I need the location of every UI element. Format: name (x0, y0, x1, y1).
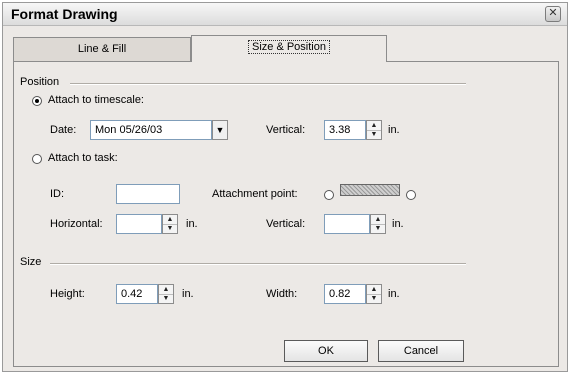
horizontal-input[interactable] (116, 214, 162, 234)
tab-strip: Line & Fill Size & Position (13, 35, 555, 62)
id-input[interactable] (116, 184, 180, 204)
height-unit: in. (182, 288, 194, 300)
tab-line-fill[interactable]: Line & Fill (13, 37, 191, 61)
vertical-task-unit: in. (392, 218, 404, 230)
attach-timescale-label: Attach to timescale: (48, 94, 144, 106)
attachment-point-label: Attachment point: (212, 188, 298, 200)
vertical-timescale-unit: in. (388, 124, 400, 136)
close-icon[interactable]: ✕ (545, 6, 561, 22)
vertical-timescale-input[interactable]: 3.38 (324, 120, 366, 140)
tab-size-position[interactable]: Size & Position (191, 35, 387, 62)
size-position-panel: Position Attach to timescale: Date: Mon … (13, 61, 559, 367)
spin-down-icon[interactable]: ▼ (163, 224, 177, 233)
attach-task-label: Attach to task: (48, 152, 118, 164)
chevron-down-icon[interactable]: ▼ (212, 120, 228, 140)
horizontal-label: Horizontal: (50, 218, 103, 230)
attach-task-radio[interactable] (32, 154, 42, 164)
width-spinner[interactable]: ▲ ▼ (366, 284, 382, 304)
cancel-button[interactable]: Cancel (378, 340, 464, 362)
ok-button[interactable]: OK (284, 340, 368, 362)
vertical-timescale-label: Vertical: (266, 124, 306, 136)
attachment-point-right-radio[interactable] (406, 190, 416, 200)
vertical-timescale-spinner[interactable]: ▲ ▼ (366, 120, 382, 140)
attachment-shape-swatch (340, 184, 400, 196)
horizontal-unit: in. (186, 218, 198, 230)
dialog-title: Format Drawing (11, 6, 118, 22)
size-group-divider (50, 263, 466, 265)
width-input[interactable]: 0.82 (324, 284, 366, 304)
height-spinner[interactable]: ▲ ▼ (158, 284, 174, 304)
attach-timescale-radio[interactable] (32, 96, 42, 106)
spin-down-icon[interactable]: ▼ (367, 130, 381, 139)
vertical-task-label: Vertical: (266, 218, 306, 230)
spin-down-icon[interactable]: ▼ (371, 224, 385, 233)
title-bar: Format Drawing ✕ (3, 3, 567, 26)
height-label: Height: (50, 288, 85, 300)
vertical-task-spinner[interactable]: ▲ ▼ (370, 214, 386, 234)
tab-size-position-label: Size & Position (248, 40, 330, 54)
position-group-label: Position (20, 76, 60, 88)
size-group-label: Size (20, 256, 42, 268)
horizontal-spinner[interactable]: ▲ ▼ (162, 214, 178, 234)
format-drawing-dialog: Format Drawing ✕ Line & Fill Size & Posi… (2, 2, 568, 372)
vertical-task-input[interactable] (324, 214, 370, 234)
date-select[interactable]: Mon 05/26/03 (90, 120, 212, 140)
width-label: Width: (266, 288, 298, 300)
date-label: Date: (50, 124, 77, 136)
tab-line-fill-label: Line & Fill (77, 43, 127, 55)
spin-down-icon[interactable]: ▼ (367, 294, 381, 303)
position-group-divider (70, 83, 466, 85)
id-label: ID: (50, 188, 65, 200)
attachment-point-left-radio[interactable] (324, 190, 334, 200)
spin-down-icon[interactable]: ▼ (159, 294, 173, 303)
height-input[interactable]: 0.42 (116, 284, 158, 304)
width-unit: in. (388, 288, 400, 300)
